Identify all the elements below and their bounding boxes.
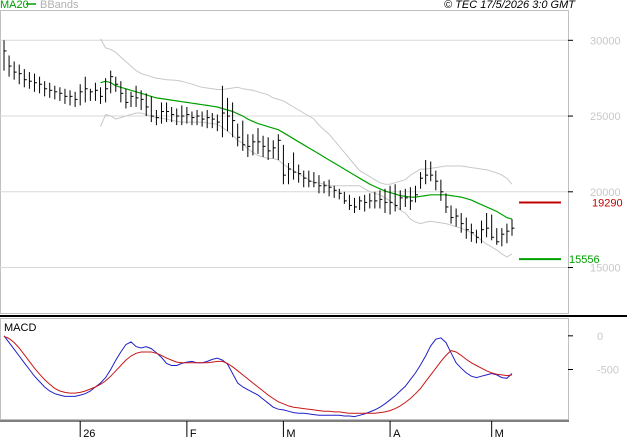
x-tick-label: M — [286, 428, 295, 440]
macd-y-tick-label: -500 — [597, 365, 619, 377]
stock-chart: MA20 BBands © TEC 17/5/2026 3:0 GMT 1500… — [0, 0, 627, 440]
price-y-ticks: 15000200002500030000 — [568, 35, 621, 275]
x-tick-label: M — [495, 428, 504, 440]
price-y-tick-label: 25000 — [590, 111, 621, 123]
price-y-tick-label: 30000 — [590, 35, 621, 47]
ma20-legend: MA20 — [0, 0, 29, 11]
bbands-legend: BBands — [40, 0, 79, 11]
x-tick-label: 26 — [83, 428, 95, 440]
copyright-label: © TEC 17/5/2026 3:0 GMT — [444, 0, 576, 11]
x-axis-ticks: 26 F M A M — [79, 421, 504, 440]
x-tick-label: F — [190, 428, 197, 440]
support-label: 15556 — [569, 254, 600, 266]
resistance-label: 19290 — [592, 198, 623, 210]
x-tick-label: A — [393, 428, 401, 440]
macd-y-ticks: 0 -500 — [568, 331, 619, 377]
macd-y-tick-label: 0 — [597, 331, 603, 343]
macd-title: MACD — [4, 322, 36, 334]
